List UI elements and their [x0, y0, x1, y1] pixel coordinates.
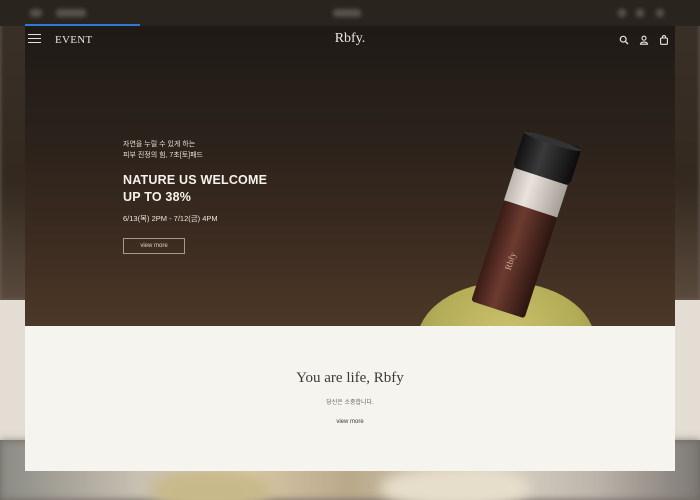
product-bottle: Rbfy	[471, 130, 582, 318]
background-ghost-text	[636, 9, 644, 17]
background-ghost-text	[333, 9, 361, 17]
hero-view-more-button[interactable]: view more	[123, 238, 185, 254]
hero-headline-line-1: NATURE US WELCOME	[123, 173, 268, 187]
hero-headline-line-2: UP TO 38%	[123, 190, 192, 204]
hero-subtitle-line-2: 피부 진정의 힘, 7초[토]패드	[123, 152, 203, 159]
hero-banner: EVENT Rbfy. 자연을 누릴 수 있게 하는 피부 진정의 힘, 7초[…	[25, 26, 675, 402]
background-blob	[380, 468, 530, 500]
user-icon[interactable]	[639, 35, 649, 45]
brand-view-more-link[interactable]: view more	[336, 419, 363, 425]
brand-logo[interactable]: Rbfy.	[25, 31, 675, 47]
background-top-bar	[0, 0, 700, 26]
shopping-bag-icon[interactable]	[659, 35, 669, 45]
hero-event-date: 6/13(목) 2PM - 7/12(금) 4PM	[123, 214, 218, 223]
background-ghost-text	[618, 9, 626, 17]
search-icon[interactable]	[619, 35, 629, 45]
nav-icons	[619, 35, 669, 45]
brand-subtitle: 당신은 소중합니다.	[326, 400, 374, 406]
brand-tagline: You are life, Rbfy	[296, 370, 404, 386]
brand-view-more-row: view more	[25, 419, 675, 425]
hero-text: 자연을 누릴 수 있게 하는 피부 진정의 힘, 7초[토]패드 NATURE …	[123, 139, 267, 224]
top-navigation: EVENT Rbfy.	[25, 26, 675, 54]
background-ghost-text	[30, 9, 42, 17]
hero-subtitle-line-1: 자연을 누릴 수 있게 하는	[123, 141, 196, 148]
background-ghost-text	[56, 9, 86, 17]
background-ghost-text	[656, 9, 664, 17]
brand-section: You are life, Rbfy 당신은 소중합니다. view more	[25, 326, 675, 471]
page-card: EVENT Rbfy. 자연을 누릴 수 있게 하는 피부 진정의 힘, 7초[…	[25, 26, 675, 471]
